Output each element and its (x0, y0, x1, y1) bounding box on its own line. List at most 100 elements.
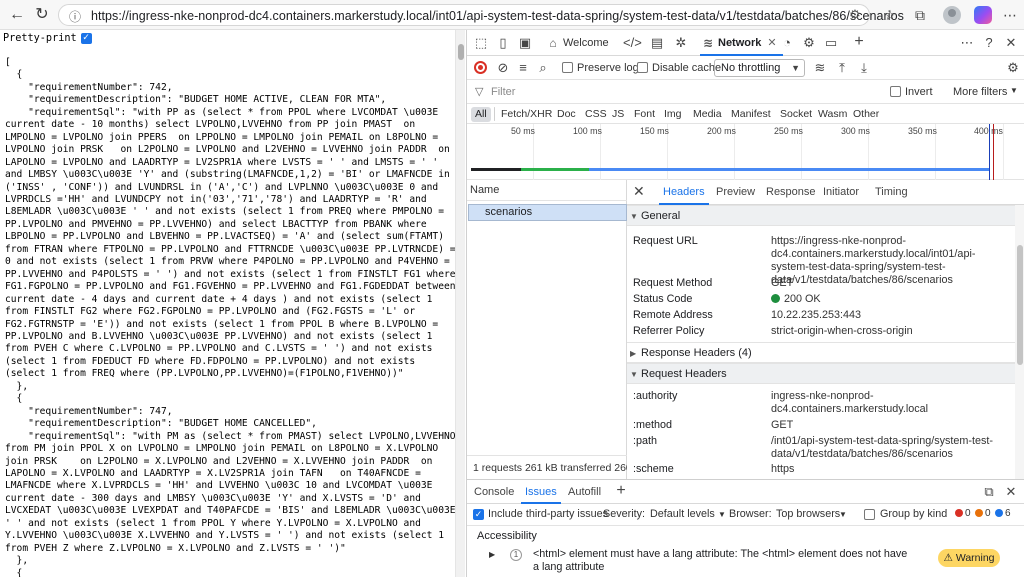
expand-triangle-icon: ▼ (630, 370, 638, 379)
response-headers-section-header[interactable]: ▶ Response Headers (4) (627, 342, 1017, 363)
tab-autofill[interactable]: Autofill (568, 480, 601, 504)
chevron-down-icon: ▼ (718, 510, 726, 519)
avatar[interactable] (943, 6, 961, 24)
back-icon[interactable]: ← (8, 6, 26, 24)
filter-toggle-icon[interactable]: ≡ (515, 60, 531, 76)
more-icon[interactable]: ⋯ (1000, 5, 1020, 25)
address-bar[interactable]: ⓘ https://ingress-nke-nonprod-dc4.contai… (58, 4, 904, 26)
tab-initiator[interactable]: Initiator (823, 180, 859, 205)
remote-address-value: 10.22.235.253:443 (771, 309, 862, 321)
disable-cache-checkbox[interactable] (637, 62, 648, 73)
tab-network[interactable]: ≋ Network ✕ (700, 30, 783, 56)
close-tab-icon[interactable]: ✕ (767, 37, 776, 49)
add-tab-icon[interactable]: + (613, 483, 629, 499)
import-har-icon[interactable]: ⤒ (834, 60, 850, 76)
referrer-policy-value: strict-origin-when-cross-origin (771, 325, 913, 337)
tab-headers[interactable]: Headers (659, 180, 709, 205)
pretty-print-toggle[interactable]: Pretty-print ✓ (3, 33, 92, 44)
expand-triangle-icon[interactable]: ▶ (489, 550, 495, 559)
record-icon[interactable] (474, 61, 487, 74)
close-devtools-icon[interactable]: ✕ (1003, 35, 1019, 51)
type-filter-media[interactable]: Media (689, 107, 726, 122)
scrollbar-thumb[interactable] (458, 44, 464, 60)
type-filter-doc[interactable]: Doc (553, 107, 580, 122)
network-settings-icon[interactable]: ⚙ (1005, 60, 1021, 76)
drawer-toggle-icon[interactable]: ▣ (517, 35, 533, 51)
preserve-log-checkbox[interactable] (562, 62, 573, 73)
accessibility-category[interactable]: Accessibility (467, 526, 1024, 546)
header-key: :method (633, 419, 673, 431)
group-by-kind-checkbox[interactable] (864, 509, 875, 520)
search-icon[interactable]: ⌕ (535, 60, 551, 76)
type-filter-img[interactable]: Img (660, 107, 686, 122)
pretty-print-checkbox[interactable]: ✓ (80, 33, 92, 44)
console-icon[interactable]: ▤ (649, 35, 665, 51)
device-toolbar-icon[interactable]: ▯ (495, 35, 511, 51)
tab-preview[interactable]: Preview (716, 180, 755, 205)
issue-row[interactable]: ▶ 1 <html> element must have a lang attr… (467, 546, 1024, 577)
name-column-header[interactable]: Name (467, 180, 627, 201)
help-icon[interactable]: ? (981, 35, 997, 51)
add-tab-icon[interactable]: + (851, 34, 867, 50)
collections-icon[interactable]: ⧉ (910, 5, 930, 25)
browser-select[interactable]: Top browsers (776, 508, 840, 520)
details-scrollbar[interactable] (1015, 205, 1024, 479)
clear-icon[interactable]: ⊘ (495, 60, 511, 76)
filter-input[interactable]: ▽ Filter (473, 83, 893, 101)
general-section-header[interactable]: ▼ General (627, 205, 1017, 226)
type-filter-socket[interactable]: Socket (776, 107, 816, 122)
type-filter-manifest[interactable]: Manifest (727, 107, 775, 122)
sources-icon[interactable]: ✲ (673, 35, 689, 51)
application-icon[interactable]: ▭ (823, 35, 839, 51)
inspect-icon[interactable]: ⬚ (473, 35, 489, 51)
third-party-checkbox[interactable]: ✓ (473, 509, 484, 520)
favorite-icon[interactable]: ☆ (880, 5, 900, 25)
scrollbar-thumb[interactable] (1017, 245, 1023, 365)
settings-icon[interactable]: ⚙ (847, 7, 863, 23)
more-filters-dropdown[interactable]: More filters (953, 86, 1007, 98)
severity-select[interactable]: Default levels (650, 508, 715, 520)
more-options-icon[interactable]: ⋯ (959, 35, 975, 51)
close-icon[interactable]: ✕ (633, 183, 645, 200)
type-filter-all[interactable]: All (471, 107, 491, 122)
type-filter-js[interactable]: JS (608, 107, 628, 122)
throttling-select[interactable]: No throttling ▼ (714, 59, 805, 77)
site-info-icon[interactable]: ⓘ (69, 8, 81, 25)
divider (494, 107, 495, 121)
refresh-icon[interactable]: ↻ (33, 6, 51, 24)
info-icon (995, 509, 1003, 517)
invert-checkbox[interactable] (890, 86, 901, 97)
timeline-bar-waiting (471, 168, 521, 171)
tab-response[interactable]: Response (766, 180, 816, 205)
header-key: :scheme (633, 463, 674, 475)
type-filter-font[interactable]: Font (630, 107, 659, 122)
warning-count: 0 (975, 508, 991, 519)
dock-icon[interactable]: ⧉ (981, 484, 997, 500)
elements-icon[interactable]: </> (623, 35, 642, 51)
tab-issues[interactable]: Issues (521, 480, 561, 504)
filter-bar: ▽ Filter Invert More filters ▼ (467, 80, 1024, 104)
request-headers-section-header[interactable]: ▼ Request Headers (627, 363, 1017, 384)
settings-icon[interactable]: ⚙ (801, 35, 817, 51)
type-filter-fetch[interactable]: Fetch/XHR (497, 107, 556, 122)
export-har-icon[interactable]: ⤓ (856, 60, 872, 76)
tab-welcome[interactable]: ⌂ Welcome (545, 30, 608, 56)
copilot-icon[interactable] (974, 6, 992, 24)
network-overview[interactable]: 50 ms 100 ms 150 ms 200 ms 250 ms 300 ms… (467, 124, 1024, 180)
error-icon (955, 509, 963, 517)
page-scrollbar[interactable] (455, 30, 465, 577)
network-conditions-icon[interactable]: ≋ (812, 60, 828, 76)
json-content: [ { "requirementNumber": 742, "requireme… (5, 57, 456, 577)
issues-toolbar: ✓ Include third-party issues Severity: D… (467, 504, 1024, 526)
timeline-label: 350 ms (908, 126, 937, 136)
type-filter-other[interactable]: Other (849, 107, 883, 122)
tab-timing[interactable]: Timing (875, 180, 908, 205)
request-row-scenarios[interactable]: scenarios (468, 204, 627, 221)
tab-console[interactable]: Console (474, 480, 514, 504)
performance-icon[interactable]: ◔ (779, 35, 795, 51)
header-key: Status Code (633, 293, 693, 305)
type-filter-css[interactable]: CSS (581, 107, 611, 122)
address-url[interactable]: https://ingress-nke-nonprod-dc4.containe… (91, 9, 904, 23)
type-filter-wasm[interactable]: Wasm (814, 107, 851, 122)
close-drawer-icon[interactable]: ✕ (1003, 484, 1019, 500)
